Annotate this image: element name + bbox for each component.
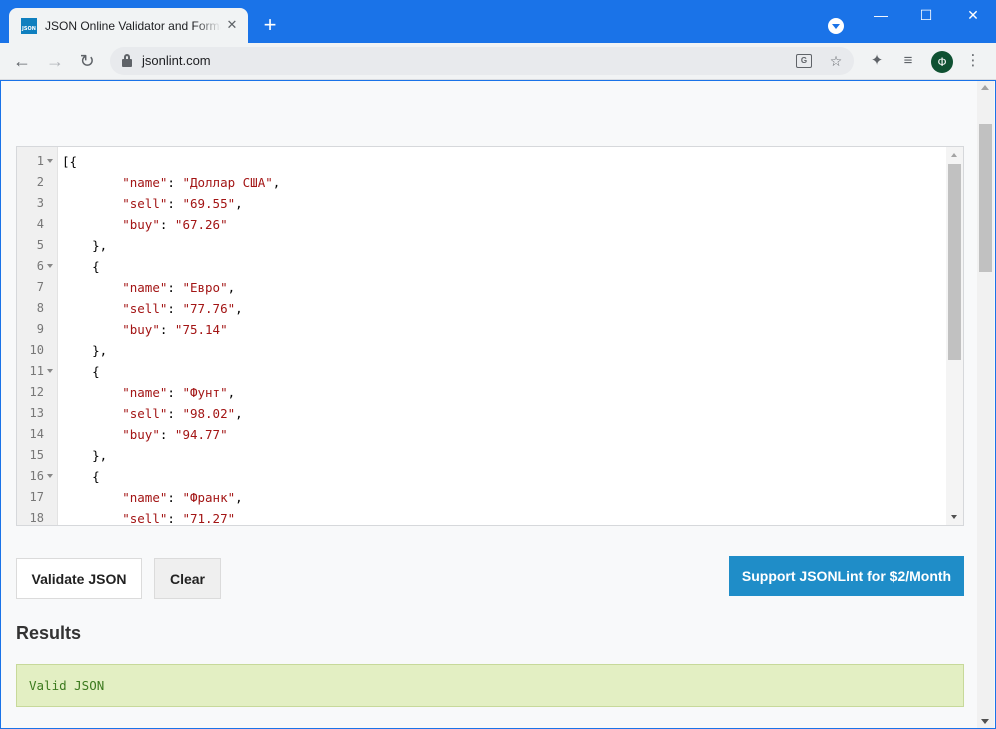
line-number: 11 — [29, 364, 44, 378]
extensions-puzzle-icon[interactable]: ✦ — [866, 50, 888, 72]
code-text[interactable]: "buy": "94.77" — [62, 424, 227, 445]
browser-tab[interactable]: JSON JSON Online Validator and Formatter… — [9, 8, 248, 43]
media-queue-icon[interactable]: ≡ — [897, 50, 919, 72]
close-window-button[interactable]: ✕ — [950, 0, 996, 32]
tab-title: JSON Online Validator and Formatter — [45, 18, 221, 33]
code-text[interactable]: [{ — [62, 151, 77, 172]
code-line[interactable]: 2 "name": "Доллар США", — [17, 172, 947, 193]
code-text[interactable]: { — [62, 361, 100, 382]
code-area[interactable]: 1[{2 "name": "Доллар США", 3 "sell": "69.… — [17, 151, 947, 525]
code-line[interactable]: 18 "sell": "71.27" — [17, 508, 947, 525]
code-text[interactable]: { — [62, 256, 100, 277]
code-text[interactable]: "name": "Евро", — [62, 277, 235, 298]
code-text[interactable]: "sell": "71.27" — [62, 508, 235, 525]
browser-toolbar: ← → ↻ jsonlint.com G ☆ ✦ ≡ Ф ⋮ — [0, 43, 996, 80]
line-number: 4 — [36, 217, 44, 231]
line-number: 9 — [36, 322, 44, 336]
support-jsonlint-button[interactable]: Support JSONLint for $2/Month — [729, 556, 964, 596]
code-text[interactable]: "sell": "69.55", — [62, 193, 242, 214]
line-number: 12 — [29, 385, 44, 399]
forward-arrow-icon[interactable]: → — [43, 49, 67, 73]
code-text[interactable]: }, — [62, 235, 107, 256]
line-number: 8 — [36, 301, 44, 315]
fold-arrow-icon[interactable] — [47, 159, 53, 163]
fold-arrow-icon[interactable] — [47, 474, 53, 478]
bookmark-star-icon[interactable]: ☆ — [827, 52, 845, 70]
code-line[interactable]: 11 { — [17, 361, 947, 382]
code-line[interactable]: 1 [{ — [17, 151, 947, 172]
code-text[interactable]: { — [62, 466, 100, 487]
scroll-up-arrow-icon[interactable] — [951, 153, 957, 157]
code-text[interactable]: "name": "Доллар США", — [62, 172, 280, 193]
line-number: 10 — [29, 343, 44, 357]
tab-close-icon[interactable]: ✕ — [224, 17, 240, 33]
page-viewport: 1[{2 "name": "Доллар США", 3 "sell": "69.… — [0, 81, 996, 729]
code-text[interactable]: "sell": "98.02", — [62, 403, 242, 424]
code-line[interactable]: 16 { — [17, 466, 947, 487]
line-number: 5 — [36, 238, 44, 252]
line-number: 15 — [29, 448, 44, 462]
line-number: 14 — [29, 427, 44, 441]
code-text[interactable]: "name": "Фунт", — [62, 382, 235, 403]
page-scroll-down-arrow-icon[interactable] — [981, 719, 989, 724]
code-text[interactable]: "name": "Франк", — [62, 487, 242, 508]
lock-icon[interactable] — [122, 54, 132, 67]
editor-scroll-thumb[interactable] — [948, 164, 961, 360]
code-line[interactable]: 4 "buy": "67.26" — [17, 214, 947, 235]
more-menu-icon[interactable]: ⋮ — [962, 50, 984, 72]
code-text[interactable]: "buy": "75.14" — [62, 319, 227, 340]
line-number: 17 — [29, 490, 44, 504]
reload-icon[interactable]: ↻ — [75, 49, 99, 73]
code-line[interactable]: 3 "sell": "69.55", — [17, 193, 947, 214]
page-scrollbar[interactable] — [977, 81, 994, 728]
validate-json-button[interactable]: Validate JSON — [16, 558, 142, 599]
fold-arrow-icon[interactable] — [47, 369, 53, 373]
code-line[interactable]: 15 }, — [17, 445, 947, 466]
url-text[interactable]: jsonlint.com — [142, 53, 211, 68]
new-tab-button[interactable]: + — [258, 13, 282, 37]
code-line[interactable]: 17 "name": "Франк", — [17, 487, 947, 508]
line-number: 2 — [36, 175, 44, 189]
translate-icon[interactable]: G — [796, 54, 812, 68]
profile-avatar[interactable]: Ф — [931, 51, 953, 73]
clear-button[interactable]: Clear — [154, 558, 221, 599]
line-number: 7 — [36, 280, 44, 294]
editor-scrollbar[interactable] — [946, 147, 963, 525]
results-heading: Results — [16, 623, 82, 643]
code-line[interactable]: 7 "name": "Евро", — [17, 277, 947, 298]
code-line[interactable]: 8 "sell": "77.76", — [17, 298, 947, 319]
jsonlint-favicon-icon: JSON — [21, 17, 37, 34]
maximize-button[interactable]: ☐ — [903, 0, 949, 32]
code-line[interactable]: 6 { — [17, 256, 947, 277]
back-arrow-icon[interactable]: ← — [10, 49, 34, 73]
line-number: 16 — [29, 469, 44, 483]
title-bar: JSON JSON Online Validator and Formatter… — [0, 0, 996, 43]
code-line[interactable]: 5 }, — [17, 235, 947, 256]
line-number: 6 — [36, 259, 44, 273]
line-number: 18 — [29, 511, 44, 525]
code-text[interactable]: }, — [62, 340, 107, 361]
minimize-button[interactable]: — — [858, 0, 904, 32]
code-text[interactable]: }, — [62, 445, 107, 466]
page-scroll-thumb[interactable] — [979, 124, 992, 272]
code-line[interactable]: 12 "name": "Фунт", — [17, 382, 947, 403]
code-text[interactable]: "sell": "77.76", — [62, 298, 242, 319]
line-number: 13 — [29, 406, 44, 420]
code-text[interactable]: "buy": "67.26" — [62, 214, 227, 235]
address-bar[interactable]: jsonlint.com G ☆ — [110, 47, 854, 75]
line-number: 3 — [36, 196, 44, 210]
fold-arrow-icon[interactable] — [47, 264, 53, 268]
result-message: Valid JSON — [16, 664, 964, 707]
page-scroll-up-arrow-icon[interactable] — [981, 85, 989, 90]
code-line[interactable]: 13 "sell": "98.02", — [17, 403, 947, 424]
scroll-down-arrow-icon[interactable] — [951, 515, 957, 519]
line-number: 1 — [36, 154, 44, 168]
tab-search-icon[interactable] — [828, 18, 844, 34]
code-line[interactable]: 10 }, — [17, 340, 947, 361]
json-editor[interactable]: 1[{2 "name": "Доллар США", 3 "sell": "69.… — [16, 146, 964, 526]
code-line[interactable]: 9 "buy": "75.14" — [17, 319, 947, 340]
code-line[interactable]: 14 "buy": "94.77" — [17, 424, 947, 445]
